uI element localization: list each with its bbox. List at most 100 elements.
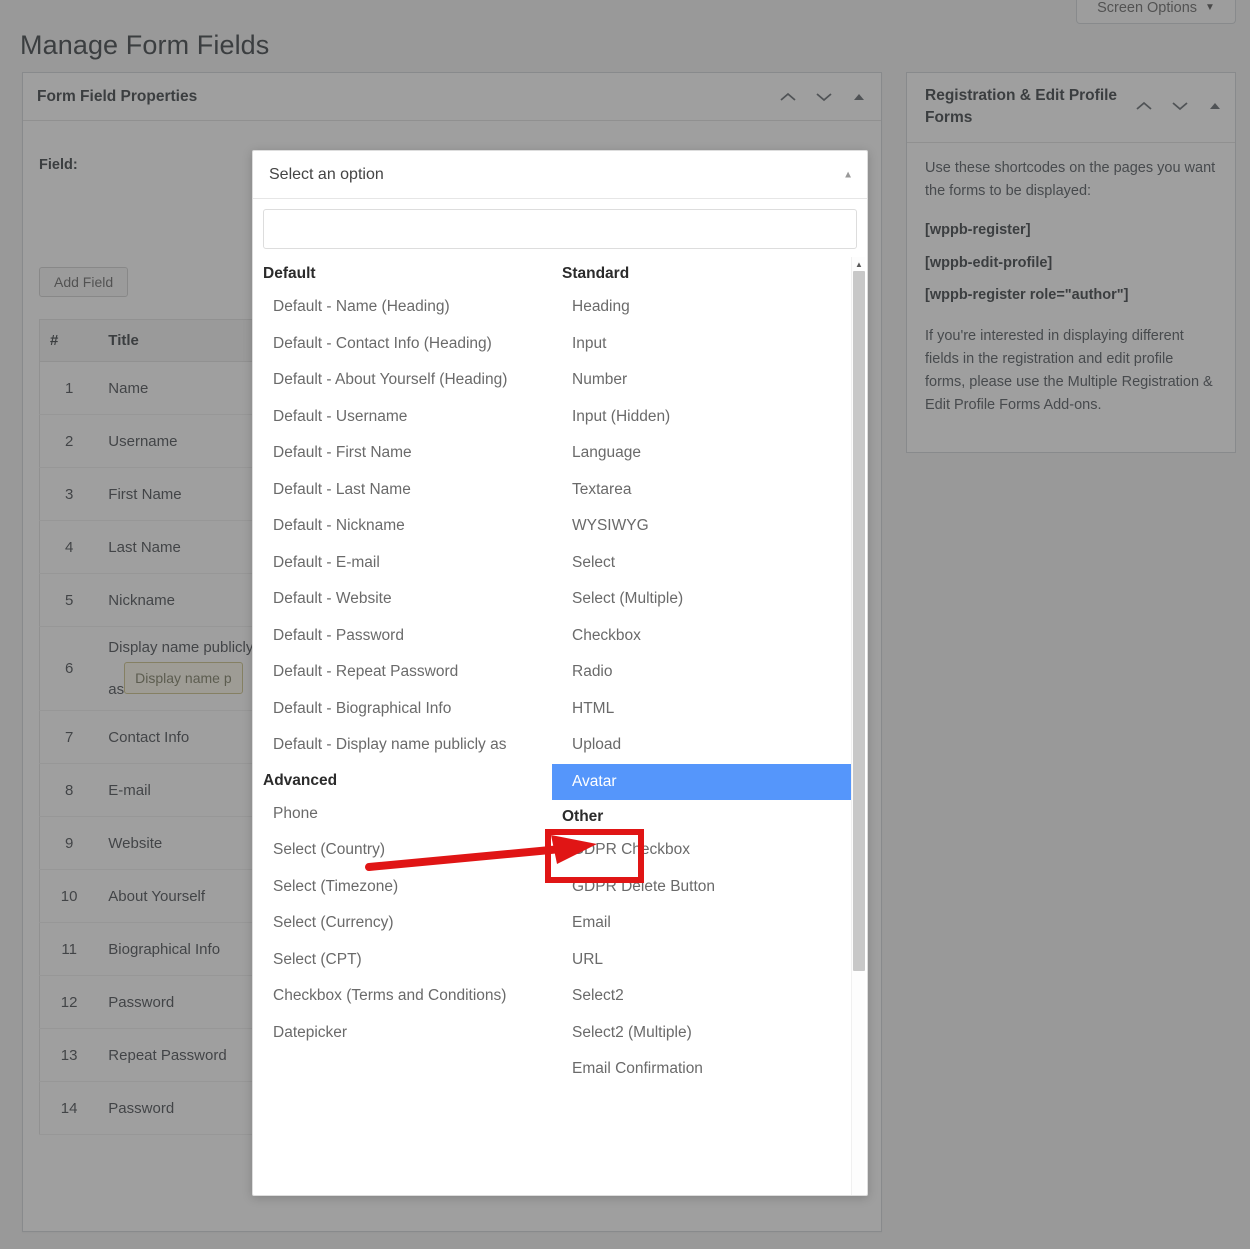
dropdown-option[interactable]: Select (Country) [253, 832, 552, 869]
column-header-number: # [39, 319, 99, 362]
dropdown-option[interactable]: Datepicker [253, 1015, 552, 1052]
scroll-down-arrow-icon[interactable]: ▼ [852, 1191, 866, 1196]
dropdown-option[interactable]: Select2 (Multiple) [552, 1015, 851, 1052]
dropdown-option[interactable]: Select (Timezone) [253, 869, 552, 906]
screen-options-label: Screen Options [1097, 0, 1198, 16]
row-title: Nickname [98, 573, 273, 627]
row-number: 10 [39, 869, 99, 923]
dropdown-option[interactable]: GDPR Checkbox [552, 832, 851, 869]
field-type-dropdown: Select an option ▲ Default Default - Name… [252, 150, 868, 1196]
row-title: Name [98, 361, 273, 415]
row-title: First Name [98, 467, 273, 521]
dropdown-option[interactable]: Language [552, 435, 851, 472]
dropdown-option[interactable]: Select2 [552, 978, 851, 1015]
row-title: E-mail [98, 763, 273, 817]
row-number: 6 [39, 626, 99, 711]
panel-title: Form Field Properties [37, 87, 198, 105]
sidebar-outro-text: If you're interested in displaying diffe… [925, 327, 1213, 414]
toggle-panel-icon[interactable] [1205, 96, 1225, 116]
chevron-up-icon[interactable] [777, 86, 799, 108]
dropdown-option[interactable]: Upload [552, 727, 851, 764]
dropdown-option[interactable]: Input (Hidden) [552, 399, 851, 436]
chevron-down-icon[interactable] [813, 86, 835, 108]
dropdown-header[interactable]: Select an option ▲ [253, 151, 867, 199]
dropdown-group-title: Advanced [263, 771, 338, 789]
screen-options-tab[interactable]: Screen Options ▼ [1076, 0, 1236, 24]
row-number: 2 [39, 414, 99, 468]
dropdown-option[interactable]: Default - Display name publicly as [253, 727, 552, 764]
dropdown-option[interactable]: Default - Repeat Password [253, 654, 552, 691]
dropdown-option[interactable]: Default - Nickname [253, 508, 552, 545]
dropdown-search-wrap [253, 199, 867, 257]
row-title: Password [98, 1081, 273, 1135]
chevron-down-icon[interactable] [1169, 95, 1191, 117]
dropdown-option-selected[interactable]: Avatar [552, 763, 851, 800]
dropdown-group-title: Default [263, 265, 316, 282]
dropdown-column-left: Default Default - Name (Heading) Default -… [253, 257, 552, 1088]
dropdown-option[interactable]: Default - Website [253, 581, 552, 618]
row-number: 4 [39, 520, 99, 574]
sidebar-intro-text: Use these shortcodes on the pages you wa… [925, 159, 1216, 200]
row-number: 13 [39, 1028, 99, 1082]
row-title: Contact Info [98, 710, 273, 764]
dropdown-option[interactable]: Phone [253, 796, 552, 833]
row-number: 9 [39, 816, 99, 870]
chevron-down-icon: ▼ [1205, 2, 1215, 13]
row-title: Biographical Info [98, 922, 273, 976]
dropdown-option[interactable]: Select (Multiple) [552, 581, 851, 618]
row-number: 11 [39, 922, 99, 976]
row-number: 14 [39, 1081, 99, 1135]
dropdown-option[interactable]: Default - About Yourself (Heading) [253, 362, 552, 399]
sidebar-panel-header: Registration & Edit Profile Forms [907, 73, 1235, 143]
dropdown-option[interactable]: Email [552, 905, 851, 942]
dropdown-option[interactable]: Default - Biographical Info [253, 691, 552, 728]
dropdown-column-right: Standard Heading Input Number Input (Hidden)… [552, 257, 851, 1088]
panel-header-actions [777, 73, 869, 121]
dropdown-option[interactable]: URL [552, 942, 851, 979]
row-title: Password [98, 975, 273, 1029]
dropdown-option[interactable]: Default - Name (Heading) [253, 289, 552, 326]
dropdown-option[interactable]: Select (Currency) [253, 905, 552, 942]
row-number: 3 [39, 467, 99, 521]
scrollbar-thumb[interactable] [853, 271, 865, 971]
dropdown-option[interactable]: Default - E-mail [253, 545, 552, 582]
dropdown-option[interactable]: Email Confirmation [552, 1051, 851, 1088]
scroll-up-arrow-icon[interactable]: ▲ [852, 257, 866, 271]
dropdown-option[interactable]: Select (CPT) [253, 942, 552, 979]
meta-name-pill: Display name p [124, 662, 243, 694]
dropdown-scrollbar[interactable]: ▲ ▼ [851, 257, 866, 1196]
dropdown-option[interactable]: WYSIWYG [552, 508, 851, 545]
row-title: Website [98, 816, 273, 870]
shortcode-list: [wppb-register] [wppb-edit-profile] [wppb-… [925, 219, 1217, 307]
sidebar-panel-actions [1133, 95, 1225, 117]
dropdown-options-scrollarea: Default Default - Name (Heading) Default -… [253, 257, 867, 1196]
dropdown-option[interactable]: Radio [552, 654, 851, 691]
dropdown-option[interactable]: Default - Password [253, 618, 552, 655]
dropdown-option[interactable]: Textarea [552, 472, 851, 509]
dropdown-option[interactable]: Input [552, 326, 851, 363]
chevron-up-icon[interactable] [1133, 95, 1155, 117]
dropdown-option[interactable]: Checkbox (Terms and Conditions) [253, 978, 552, 1015]
dropdown-search-input[interactable] [263, 209, 857, 249]
dropdown-option[interactable]: Select [552, 545, 851, 582]
dropdown-option[interactable]: Default - First Name [253, 435, 552, 472]
toggle-panel-icon[interactable] [849, 87, 869, 107]
dropdown-option[interactable]: HTML [552, 691, 851, 728]
dropdown-option[interactable]: Default - Last Name [253, 472, 552, 509]
dropdown-option[interactable]: Checkbox [552, 618, 851, 655]
shortcode-item: [wppb-register role="author"] [925, 286, 1129, 303]
row-number: 7 [39, 710, 99, 764]
dropdown-option[interactable]: Number [552, 362, 851, 399]
shortcode-item: [wppb-edit-profile] [925, 254, 1053, 271]
row-number: 8 [39, 763, 99, 817]
column-header-title: Title [98, 319, 273, 362]
sidebar-panel-title: Registration & Edit Profile Forms [925, 87, 1118, 127]
dropdown-option[interactable]: GDPR Delete Button [552, 869, 851, 906]
dropdown-option[interactable]: Default - Contact Info (Heading) [253, 326, 552, 363]
registration-forms-panel: Registration & Edit Profile Forms Use th… [906, 72, 1236, 453]
add-field-button[interactable]: Add Field [39, 267, 129, 297]
row-title: About Yourself [98, 869, 273, 923]
dropdown-option[interactable]: Default - Username [253, 399, 552, 436]
dropdown-selected-label: Select an option [269, 165, 384, 183]
dropdown-option[interactable]: Heading [552, 289, 851, 326]
